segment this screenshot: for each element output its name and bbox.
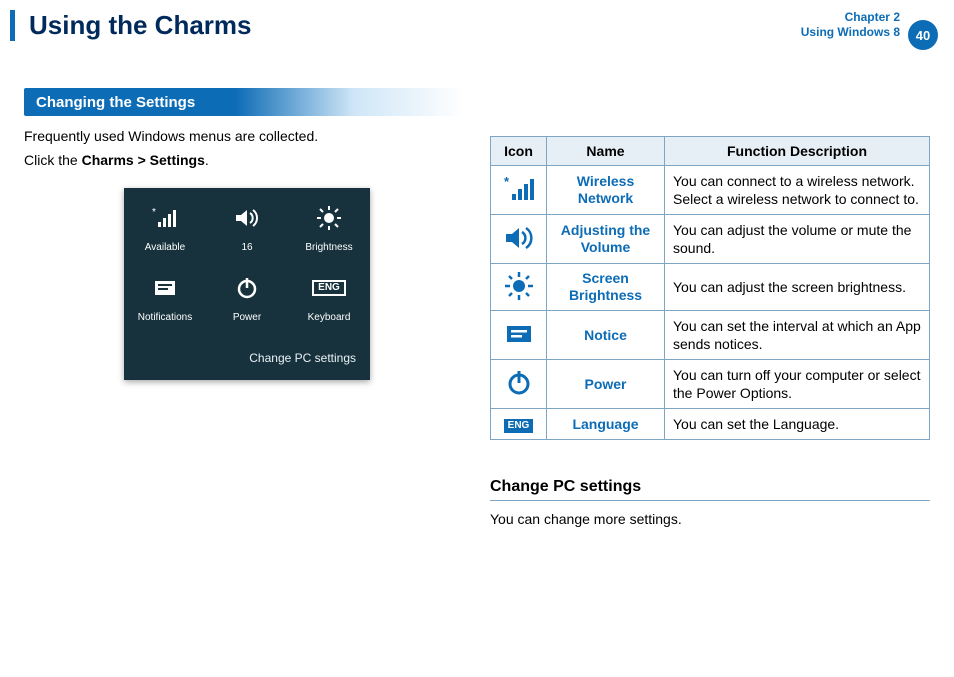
chapter-line-2: Using Windows 8 bbox=[801, 25, 900, 40]
row-name: Notice bbox=[547, 311, 665, 360]
table-header-row: Icon Name Function Description bbox=[491, 137, 930, 166]
wireless-icon: * bbox=[491, 166, 547, 215]
row-name: Wireless Network bbox=[547, 166, 665, 215]
svg-text:*: * bbox=[504, 177, 510, 189]
change-pc-settings-link[interactable]: Change PC settings bbox=[124, 342, 370, 372]
panel-item-label: Notifications bbox=[129, 308, 201, 328]
notice-icon bbox=[129, 272, 201, 304]
row-desc: You can adjust the volume or mute the so… bbox=[665, 215, 930, 264]
panel-item-volume[interactable]: 16 bbox=[211, 202, 283, 258]
notice-icon bbox=[491, 311, 547, 360]
row-name: Language bbox=[547, 409, 665, 440]
col-desc: Function Description bbox=[665, 137, 930, 166]
table-row: Adjusting the Volume You can adjust the … bbox=[491, 215, 930, 264]
icon-table: Icon Name Function Description * Wireles… bbox=[490, 136, 930, 440]
panel-item-brightness[interactable]: Brightness bbox=[293, 202, 365, 258]
settings-panel: * Available 16 Brightness bbox=[124, 188, 370, 380]
panel-item-label: Power bbox=[211, 308, 283, 328]
row-desc: You can adjust the screen brightness. bbox=[665, 264, 930, 311]
keyboard-icon: ENG bbox=[491, 409, 547, 440]
row-desc: You can set the Language. bbox=[665, 409, 930, 440]
page-number-badge: 40 bbox=[908, 20, 938, 50]
left-column: Frequently used Windows menus are collec… bbox=[24, 126, 464, 380]
subsection-body: You can change more settings. bbox=[490, 511, 930, 527]
brightness-icon bbox=[293, 202, 365, 234]
svg-text:*: * bbox=[152, 207, 156, 218]
brightness-icon bbox=[491, 264, 547, 311]
volume-icon bbox=[491, 215, 547, 264]
panel-item-label: Available bbox=[129, 238, 201, 258]
col-icon: Icon bbox=[491, 137, 547, 166]
row-desc: You can turn off your computer or select… bbox=[665, 360, 930, 409]
panel-item-label: Keyboard bbox=[293, 308, 365, 328]
panel-item-label: Brightness bbox=[293, 238, 365, 258]
section-heading: Changing the Settings bbox=[24, 88, 464, 116]
table-row: Notice You can set the interval at which… bbox=[491, 311, 930, 360]
panel-row-2: Notifications Power ENG Keyboard bbox=[124, 272, 370, 328]
panel-row-1: * Available 16 Brightness bbox=[124, 202, 370, 258]
power-icon bbox=[491, 360, 547, 409]
chapter-line-1: Chapter 2 bbox=[801, 10, 900, 25]
row-desc: You can connect to a wireless network. S… bbox=[665, 166, 930, 215]
subsection-heading: Change PC settings bbox=[490, 478, 930, 501]
chapter-block: Chapter 2 Using Windows 8 40 bbox=[801, 10, 936, 40]
panel-item-keyboard[interactable]: ENG Keyboard bbox=[293, 272, 365, 328]
row-name: Screen Brightness bbox=[547, 264, 665, 311]
table-row: * Wireless Network You can connect to a … bbox=[491, 166, 930, 215]
intro-line-2: Click the Charms > Settings. bbox=[24, 150, 464, 170]
keyboard-icon: ENG bbox=[293, 272, 365, 304]
panel-item-available[interactable]: * Available bbox=[129, 202, 201, 258]
right-column: Icon Name Function Description * Wireles… bbox=[490, 136, 930, 527]
wireless-icon: * bbox=[129, 202, 201, 234]
panel-item-notifications[interactable]: Notifications bbox=[129, 272, 201, 328]
table-row: Power You can turn off your computer or … bbox=[491, 360, 930, 409]
row-name: Power bbox=[547, 360, 665, 409]
row-name: Adjusting the Volume bbox=[547, 215, 665, 264]
panel-item-power[interactable]: Power bbox=[211, 272, 283, 328]
col-name: Name bbox=[547, 137, 665, 166]
page-title: Using the Charms bbox=[10, 10, 252, 41]
panel-item-label: 16 bbox=[211, 238, 283, 258]
table-row: Screen Brightness You can adjust the scr… bbox=[491, 264, 930, 311]
table-row: ENG Language You can set the Language. bbox=[491, 409, 930, 440]
volume-icon bbox=[211, 202, 283, 234]
intro-line-1: Frequently used Windows menus are collec… bbox=[24, 126, 464, 146]
power-icon bbox=[211, 272, 283, 304]
row-desc: You can set the interval at which an App… bbox=[665, 311, 930, 360]
